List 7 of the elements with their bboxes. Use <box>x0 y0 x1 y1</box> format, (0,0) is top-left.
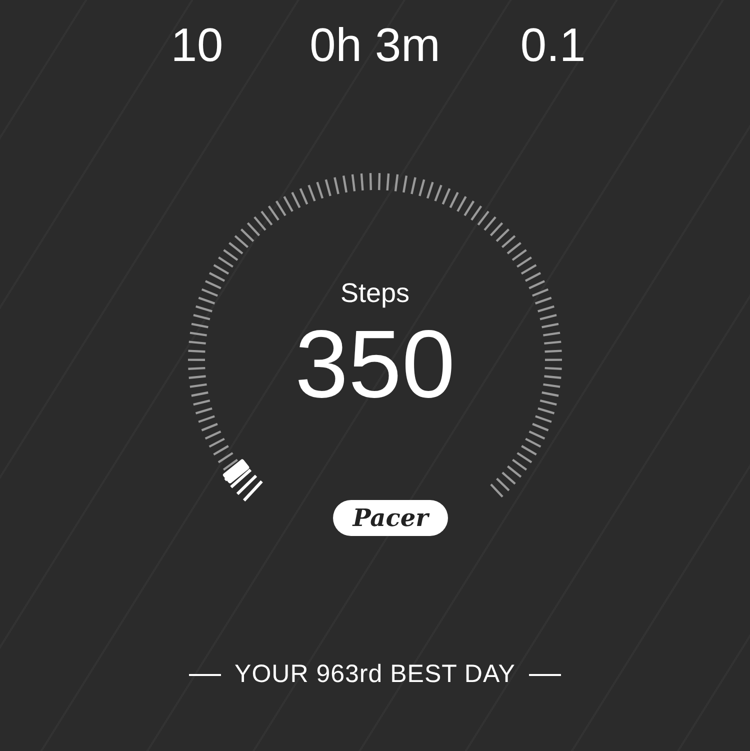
stat-value: 10 <box>170 17 224 73</box>
steps-count: 350 <box>294 310 456 420</box>
stat-value: 0.1 <box>519 17 587 73</box>
steps-label: Steps <box>339 278 411 309</box>
stat-value: 0h 3m <box>308 17 442 73</box>
best-day-text: YOUR 963rd BEST DAY <box>234 660 516 689</box>
logo-badge: Pacer <box>333 500 448 536</box>
